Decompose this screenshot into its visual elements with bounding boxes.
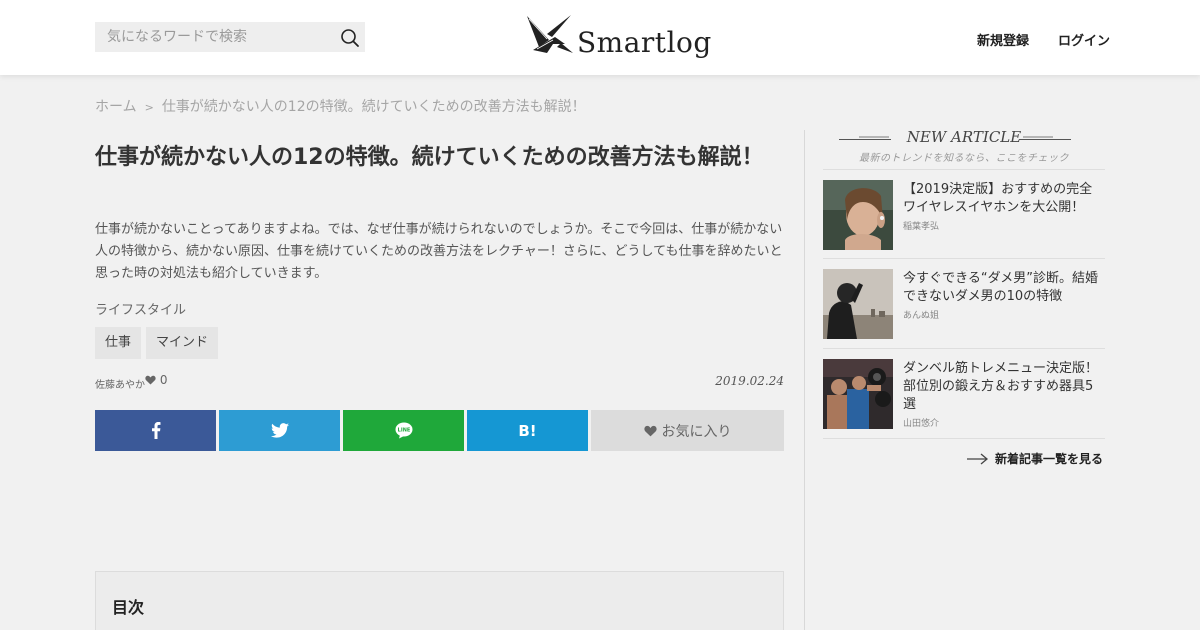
- sidebar-divider: [823, 438, 1105, 439]
- sidebar-article-item[interactable]: ダンベル筋トレメニュー決定版！部位別の鍛え方＆おすすめ器具5選 山田悠介: [823, 359, 1105, 429]
- breadcrumb: ホーム > 仕事が続かない人の12の特徴。続けていくための改善方法も解説！: [95, 96, 586, 116]
- login-link[interactable]: ログイン: [1058, 30, 1110, 49]
- search-box[interactable]: [95, 22, 365, 52]
- article-lead: 仕事が続かないことってありますよね。では、なぜ仕事が続けられないのでしょうか。そ…: [95, 222, 783, 281]
- sidebar-article-text: ダンベル筋トレメニュー決定版！部位別の鍛え方＆おすすめ器具5選 山田悠介: [903, 360, 1105, 429]
- sidebar-article-item[interactable]: 今すぐできる“ダメ男”診断。結婚できないダメ男の10の特徴 あんぬ姐: [823, 269, 1105, 339]
- sidebar-article-text: 今すぐできる“ダメ男”診断。結婚できないダメ男の10の特徴 あんぬ姐: [903, 270, 1105, 321]
- line-share-button[interactable]: LINE: [343, 410, 464, 451]
- logo-text: Smartlog: [577, 26, 712, 59]
- hatena-icon: B!: [518, 421, 537, 440]
- like-count-value: 0: [159, 373, 168, 387]
- register-link[interactable]: 新規登録: [977, 30, 1029, 49]
- line-icon-text: LINE: [397, 427, 410, 433]
- twitter-share-button[interactable]: [219, 410, 340, 451]
- sidebar-article-author: 稲葉孝弘: [903, 222, 940, 232]
- hatena-bookmark-button[interactable]: B!: [467, 410, 588, 451]
- sidebar-article-title: 【2019決定版】おすすめの完全ワイヤレスイヤホンを大公開！: [903, 182, 1093, 215]
- tag-item[interactable]: 仕事: [95, 327, 142, 359]
- like-count: 0: [145, 373, 167, 387]
- decoration-lines-icon: [1019, 136, 1071, 140]
- article-title: 仕事が続かない人の12の特徴。続けていくための改善方法も解説！: [95, 145, 764, 170]
- favorite-label: お気に入り: [661, 423, 732, 440]
- site-header: Smartlog 新規登録 ログイン: [0, 0, 1200, 75]
- more-articles-label: 新着記事一覧を見る: [995, 452, 1104, 466]
- article-thumbnail: [823, 359, 893, 429]
- sidebar-subheading: 最新のトレンドを知るなら、ここをチェック: [859, 153, 1069, 164]
- article-author[interactable]: 佐藤あやか: [95, 376, 145, 391]
- article-category[interactable]: ライフスタイル: [95, 299, 186, 318]
- bird-logo-icon: [527, 15, 573, 53]
- sidebar-article-author: 山田悠介: [903, 419, 940, 429]
- sidebar-divider: [823, 169, 1105, 170]
- table-of-contents: 目次: [95, 571, 784, 630]
- arrow-right-icon: [967, 453, 989, 465]
- line-icon: LINE: [395, 422, 412, 439]
- sidebar-article-title: 今すぐできる“ダメ男”診断。結婚できないダメ男の10の特徴: [903, 271, 1098, 304]
- facebook-icon: [151, 422, 160, 439]
- more-articles-link[interactable]: 新着記事一覧を見る: [967, 450, 1103, 467]
- search-input[interactable]: [95, 22, 330, 52]
- breadcrumb-home[interactable]: ホーム: [95, 99, 137, 115]
- sidebar-article-item[interactable]: 【2019決定版】おすすめの完全ワイヤレスイヤホンを大公開！ 稲葉孝弘: [823, 180, 1105, 250]
- tag-list: 仕事 マインド: [95, 327, 219, 359]
- sidebar-divider: [823, 258, 1105, 259]
- article-thumbnail: [823, 269, 893, 339]
- article-thumbnail: [823, 180, 893, 250]
- tag-item[interactable]: マインド: [146, 327, 219, 359]
- new-article-heading: NEW ARTICLE 最新のトレンドを知るなら、ここをチェック: [823, 128, 1105, 164]
- sidebar-article-text: 【2019決定版】おすすめの完全ワイヤレスイヤホンを大公開！ 稲葉孝弘: [903, 181, 1105, 232]
- column-divider: [804, 130, 805, 630]
- facebook-share-button[interactable]: [95, 410, 216, 451]
- search-icon[interactable]: [340, 28, 360, 48]
- sidebar-divider: [823, 348, 1105, 349]
- breadcrumb-current: 仕事が続かない人の12の特徴。続けていくための改善方法も解説！: [161, 99, 586, 115]
- decoration-lines-icon: [839, 136, 891, 140]
- toc-title: 目次: [112, 598, 145, 617]
- heart-icon: [145, 375, 156, 385]
- site-logo[interactable]: Smartlog: [525, 13, 711, 63]
- heart-icon: [643, 425, 657, 436]
- breadcrumb-separator: >: [144, 101, 154, 114]
- twitter-icon: [270, 423, 289, 438]
- publish-date: 2019.02.24: [715, 374, 784, 388]
- sidebar-article-author: あんぬ姐: [903, 311, 940, 321]
- sidebar-article-title: ダンベル筋トレメニュー決定版！部位別の鍛え方＆おすすめ器具5選: [903, 361, 1099, 412]
- favorite-button[interactable]: お気に入り: [591, 410, 784, 451]
